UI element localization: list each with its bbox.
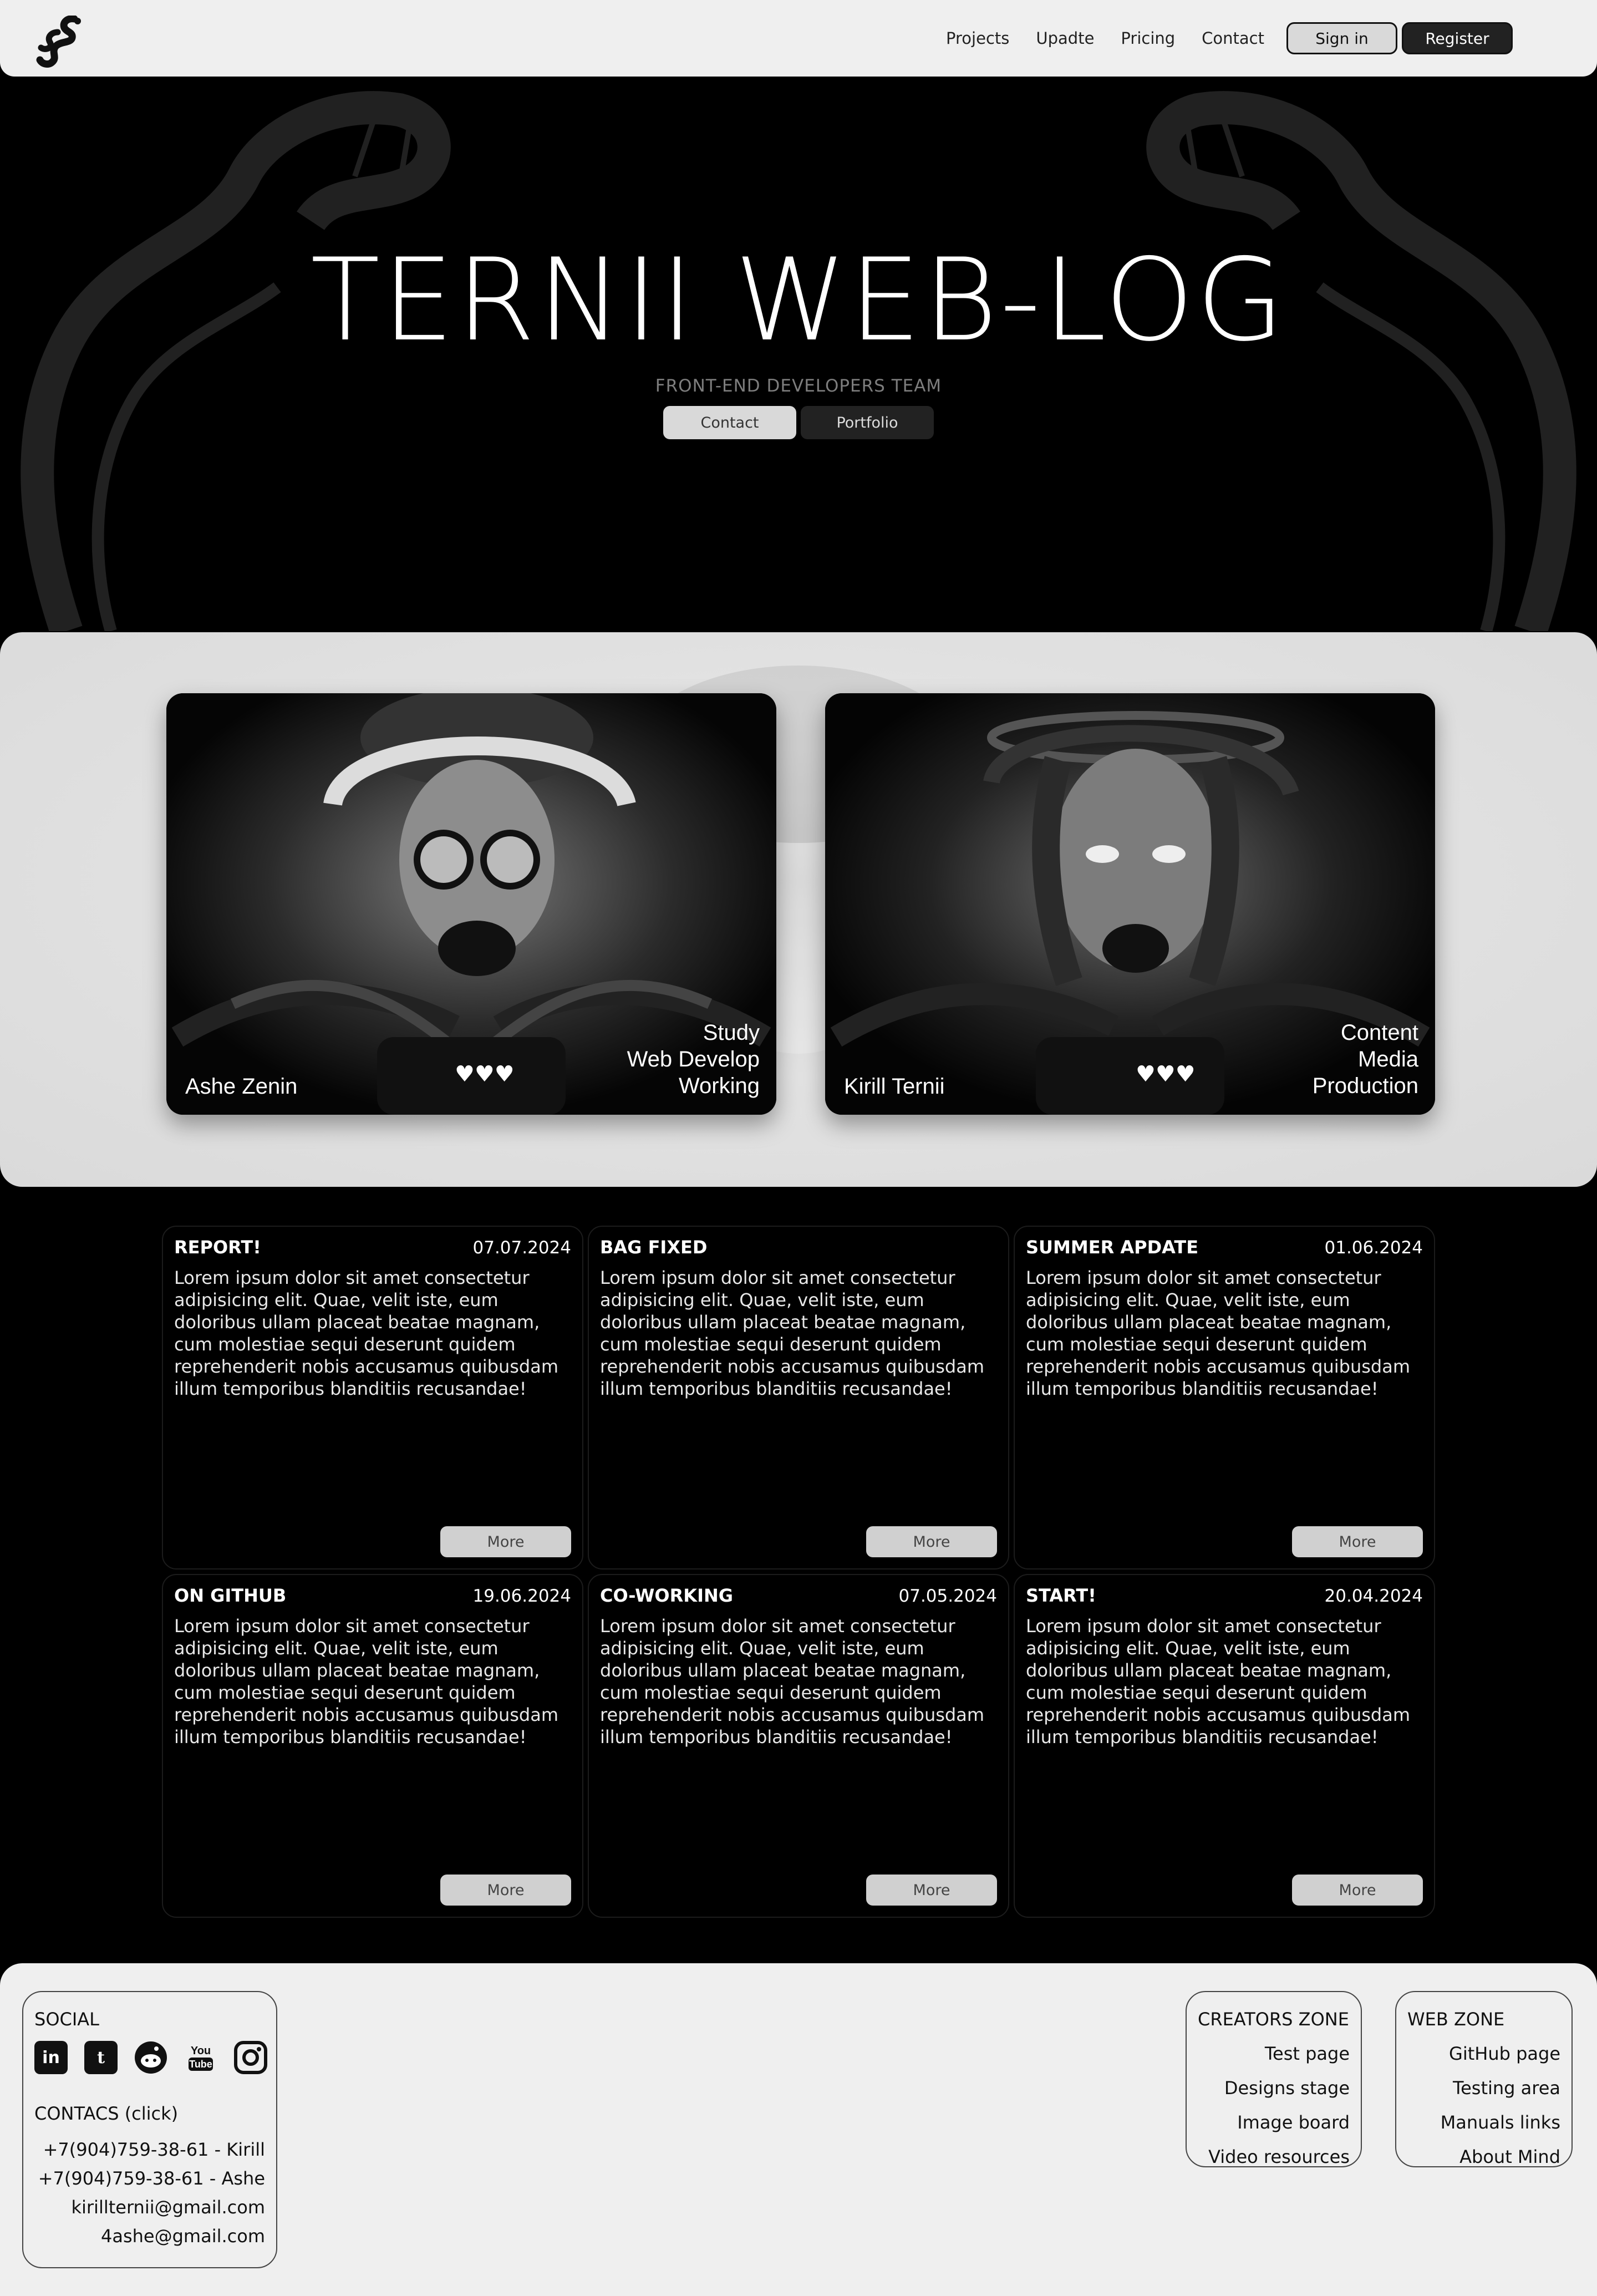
hero-section: TERNII WEB-LOG FRONT-END DEVELOPERS TEAM… [0, 77, 1597, 631]
nav-update[interactable]: Upadte [1036, 29, 1094, 48]
link-video-resources[interactable]: Video resources [1208, 2140, 1350, 2174]
svg-text:Tube: Tube [189, 2059, 212, 2070]
news-body: Lorem ipsum dolor sit amet consectetur a… [600, 1267, 985, 1399]
news-card: SUMMER APDATE 01.06.2024 Lorem ipsum dol… [1014, 1226, 1435, 1569]
link-testing-area[interactable]: Testing area [1441, 2071, 1560, 2105]
news-body: Lorem ipsum dolor sit amet consectetur a… [174, 1616, 559, 1748]
news-card: REPORT! 07.07.2024 Lorem ipsum dolor sit… [162, 1226, 583, 1569]
news-title: ON GITHUB [174, 1585, 287, 1606]
link-test-page[interactable]: Test page [1208, 2036, 1350, 2071]
link-designs-stage[interactable]: Designs stage [1208, 2071, 1350, 2105]
news-title: BAG FIXED [600, 1237, 708, 1258]
member-role: Web Develop [627, 1047, 760, 1071]
team-card-ashe[interactable]: ♥♥♥ Ashe Zenin Study Web Develop Working [166, 693, 776, 1115]
svg-text:You: You [191, 2045, 211, 2057]
member-roles: Content Media Production [1313, 1019, 1418, 1099]
nav-projects[interactable]: Projects [946, 29, 1009, 48]
news-title: REPORT! [174, 1237, 261, 1258]
contact-email-kirill[interactable]: kirillternii@gmail.com [38, 2193, 265, 2222]
news-body: Lorem ipsum dolor sit amet consectetur a… [1026, 1267, 1411, 1399]
main-nav: Projects Upadte Pricing Contact [946, 29, 1264, 48]
linkedin-icon[interactable]: in [34, 2041, 68, 2074]
hero-subtitle: FRONT-END DEVELOPERS TEAM [655, 376, 942, 396]
news-body: Lorem ipsum dolor sit amet consectetur a… [1026, 1616, 1411, 1748]
hero-title: TERNII WEB-LOG [310, 235, 1287, 367]
member-role: Working [679, 1074, 760, 1098]
member-role: Media [1358, 1047, 1418, 1071]
youtube-icon[interactable]: You Tube [184, 2041, 217, 2074]
web-zone-heading: WEB ZONE [1407, 2009, 1505, 2030]
creators-links: Test page Designs stage Image board Vide… [1208, 2036, 1350, 2174]
snake-logo-icon[interactable] [35, 16, 85, 69]
site-header: Projects Upadte Pricing Contact Sign in … [0, 0, 1597, 77]
news-card: ON GITHUB 19.06.2024 Lorem ipsum dolor s… [162, 1574, 583, 1918]
member-role: Content [1340, 1020, 1418, 1045]
social-heading: SOCIAL [34, 2009, 99, 2030]
link-github-page[interactable]: GitHub page [1441, 2036, 1560, 2071]
member-name: Kirill Ternii [844, 1074, 945, 1099]
news-title: START! [1026, 1585, 1096, 1606]
team-card-kirill[interactable]: ♥♥♥ Kirill Ternii Content Media Producti… [825, 693, 1435, 1115]
social-box: SOCIAL in t You Tube CONTACS (click) +7(9… [22, 1991, 277, 2268]
register-button[interactable]: Register [1402, 22, 1513, 54]
news-body: Lorem ipsum dolor sit amet consectetur a… [174, 1267, 559, 1399]
member-role: Study [703, 1020, 760, 1045]
more-button[interactable]: More [440, 1526, 571, 1557]
more-button[interactable]: More [440, 1875, 571, 1906]
contacts-heading: CONTACS (click) [34, 2103, 179, 2124]
news-card: BAG FIXED Lorem ipsum dolor sit amet con… [588, 1226, 1009, 1569]
news-date: 19.06.2024 [472, 1586, 572, 1606]
news-title: SUMMER APDATE [1026, 1237, 1199, 1258]
link-manuals[interactable]: Manuals links [1441, 2105, 1560, 2140]
news-date: 01.06.2024 [1324, 1238, 1423, 1258]
creators-zone-box: CREATORS ZONE Test page Designs stage Im… [1186, 1991, 1362, 2167]
contacts-list: +7(904)759-38-61 - Kirill +7(904)759-38-… [38, 2135, 265, 2251]
news-date: 20.04.2024 [1324, 1586, 1423, 1606]
news-date: 07.07.2024 [472, 1238, 572, 1258]
nav-contact[interactable]: Contact [1202, 29, 1264, 48]
hero-contact-button[interactable]: Contact [663, 406, 796, 439]
member-name: Ashe Zenin [185, 1074, 298, 1099]
news-card: START! 20.04.2024 Lorem ipsum dolor sit … [1014, 1574, 1435, 1918]
more-button[interactable]: More [1292, 1875, 1423, 1906]
instagram-icon[interactable] [234, 2041, 267, 2074]
contact-phone-kirill[interactable]: +7(904)759-38-61 - Kirill [38, 2135, 265, 2164]
news-title: CO-WORKING [600, 1585, 734, 1606]
news-date: 07.05.2024 [898, 1586, 998, 1606]
more-button[interactable]: More [1292, 1526, 1423, 1557]
contact-email-ashe[interactable]: 4ashe@gmail.com [38, 2222, 265, 2251]
more-button[interactable]: More [866, 1875, 997, 1906]
contact-phone-ashe[interactable]: +7(904)759-38-61 - Ashe [38, 2164, 265, 2193]
member-roles: Study Web Develop Working [627, 1019, 760, 1099]
sign-in-button[interactable]: Sign in [1286, 22, 1397, 54]
web-zone-box: WEB ZONE GitHub page Testing area Manual… [1395, 1991, 1573, 2167]
link-image-board[interactable]: Image board [1208, 2105, 1350, 2140]
team-section: ♥♥♥ Ashe Zenin Study Web Develop Working [0, 632, 1597, 1187]
web-links: GitHub page Testing area Manuals links A… [1441, 2036, 1560, 2174]
social-icons: in t You Tube [34, 2041, 267, 2074]
more-button[interactable]: More [866, 1526, 997, 1557]
link-about-mind[interactable]: About Mind [1441, 2140, 1560, 2174]
member-role: Production [1312, 1074, 1418, 1098]
hero-portfolio-button[interactable]: Portfolio [801, 406, 934, 439]
reddit-icon[interactable] [134, 2041, 167, 2074]
svg-text:♥♥♥: ♥♥♥ [1136, 1061, 1196, 1087]
creators-zone-heading: CREATORS ZONE [1198, 2009, 1349, 2030]
site-footer: SOCIAL in t You Tube CONTACS (click) +7(9… [0, 1963, 1597, 2296]
news-card: CO-WORKING 07.05.2024 Lorem ipsum dolor … [588, 1574, 1009, 1918]
svg-text:♥♥♥: ♥♥♥ [455, 1061, 515, 1087]
news-body: Lorem ipsum dolor sit amet consectetur a… [600, 1616, 985, 1748]
nav-pricing[interactable]: Pricing [1121, 29, 1175, 48]
tumblr-icon[interactable]: t [84, 2041, 118, 2074]
